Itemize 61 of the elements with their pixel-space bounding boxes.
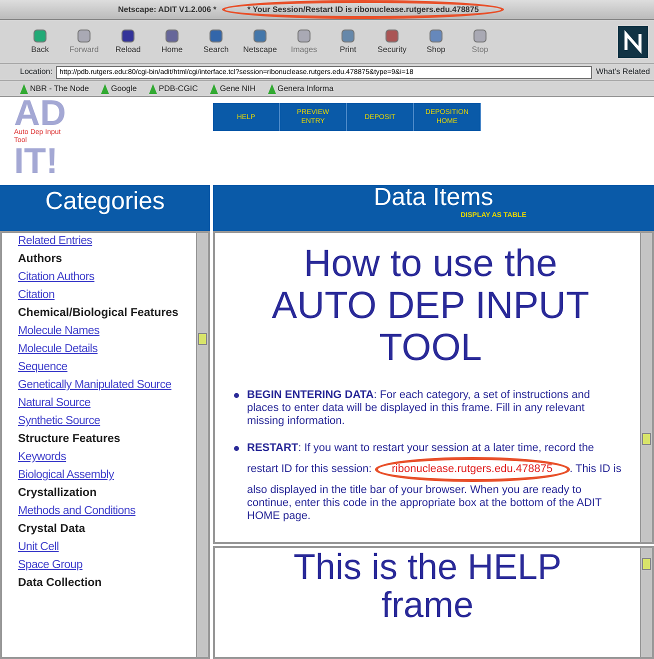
- bookmark-icon: [210, 84, 218, 94]
- instruction-text: BEGIN ENTERING DATA: For each category, a set of instructions and places to enter data will be displayed in this frame. Fill in any relevant missing information.: [233, 389, 622, 428]
- toolbar-icon: [120, 28, 136, 44]
- category-link[interactable]: Molecule Names: [18, 325, 196, 337]
- category-link[interactable]: Synthetic Source: [18, 415, 196, 427]
- category-link[interactable]: Natural Source: [18, 397, 196, 409]
- category-link[interactable]: Related Entries: [18, 235, 196, 247]
- bookmark-link[interactable]: Google: [101, 82, 137, 94]
- bookmark-icon: [268, 84, 276, 94]
- toolbar-button[interactable]: Reload: [108, 28, 148, 56]
- category-heading: Crystal Data: [18, 523, 86, 535]
- toolbar-button[interactable]: Back: [20, 28, 60, 56]
- window-title: Netscape: ADIT V1.2.006 *: [118, 4, 216, 16]
- scrollbar[interactable]: [196, 233, 208, 657]
- toolbar-button[interactable]: Shop: [416, 28, 456, 56]
- scrollbar[interactable]: [640, 233, 652, 542]
- bookmark-link[interactable]: Genera Informa: [268, 82, 334, 94]
- toolbar-button[interactable]: Print: [328, 28, 368, 56]
- toolbar-icon: [164, 28, 180, 44]
- category-link[interactable]: Methods and Conditions: [18, 505, 196, 517]
- toolbar-icon: [252, 28, 268, 44]
- toolbar-icon: [208, 28, 224, 44]
- help-frame-text: This is the HELP frame: [292, 548, 563, 627]
- toolbar-icon: [472, 28, 488, 44]
- bookmark-link[interactable]: NBR - The Node: [20, 82, 89, 94]
- bookmark-link[interactable]: PDB-CGIC: [148, 82, 198, 94]
- category-link[interactable]: Genetically Manipulated Source: [18, 379, 196, 391]
- toolbar-icon: [340, 28, 356, 44]
- category-link[interactable]: Space Group: [18, 559, 196, 571]
- bookmark-icon: [101, 84, 109, 94]
- bookmark-icon: [20, 84, 28, 94]
- location-label: Location:: [20, 66, 52, 78]
- toolbar-icon: [32, 28, 48, 44]
- category-link[interactable]: Unit Cell: [18, 541, 196, 553]
- toolbar-button[interactable]: Netscape: [240, 28, 280, 56]
- toolbar-button[interactable]: Home: [152, 28, 192, 56]
- toolbar-icon: [428, 28, 444, 44]
- category-heading: Crystallization: [18, 487, 98, 499]
- category-heading: Data Collection: [18, 577, 103, 589]
- toolbar-button[interactable]: Security: [372, 28, 412, 56]
- toolbar-icon: [76, 28, 92, 44]
- category-link[interactable]: Molecule Details: [18, 343, 196, 355]
- category-link[interactable]: Citation: [18, 289, 196, 301]
- category-link[interactable]: Biological Assembly: [18, 469, 196, 481]
- toolbar-button[interactable]: Search: [196, 28, 236, 56]
- data-items-title: Data Items: [374, 185, 494, 211]
- toolbar-icon: [296, 28, 312, 44]
- category-heading: Structure Features: [18, 433, 122, 445]
- whats-related-link[interactable]: What's Related: [596, 66, 650, 78]
- category-heading: Authors: [18, 253, 64, 265]
- category-heading: Chemical/Biological Features: [18, 307, 180, 319]
- bookmark-link[interactable]: Gene NIH: [210, 82, 256, 94]
- bookmark-icon: [148, 84, 157, 94]
- categories-title: Categories: [45, 187, 165, 217]
- instructions-heading: How to use the AUTO DEP INPUT TOOL: [270, 243, 590, 369]
- toolbar-icon: [384, 28, 400, 44]
- instruction-text: RESTART: If you want to restart your session at a later time, record the restart ID for this session: ribonuclease.rutgers.edu.478875 . This ID is also displayed in the title bar of your browser. When you are ready to continue, enter this code in the appropriate box at the bottom of the ADIT HOME page.: [233, 442, 622, 523]
- category-link[interactable]: Citation Authors: [18, 271, 196, 283]
- category-link[interactable]: Sequence: [18, 361, 196, 373]
- category-link[interactable]: Keywords: [18, 451, 196, 463]
- scrollbar[interactable]: [640, 548, 652, 657]
